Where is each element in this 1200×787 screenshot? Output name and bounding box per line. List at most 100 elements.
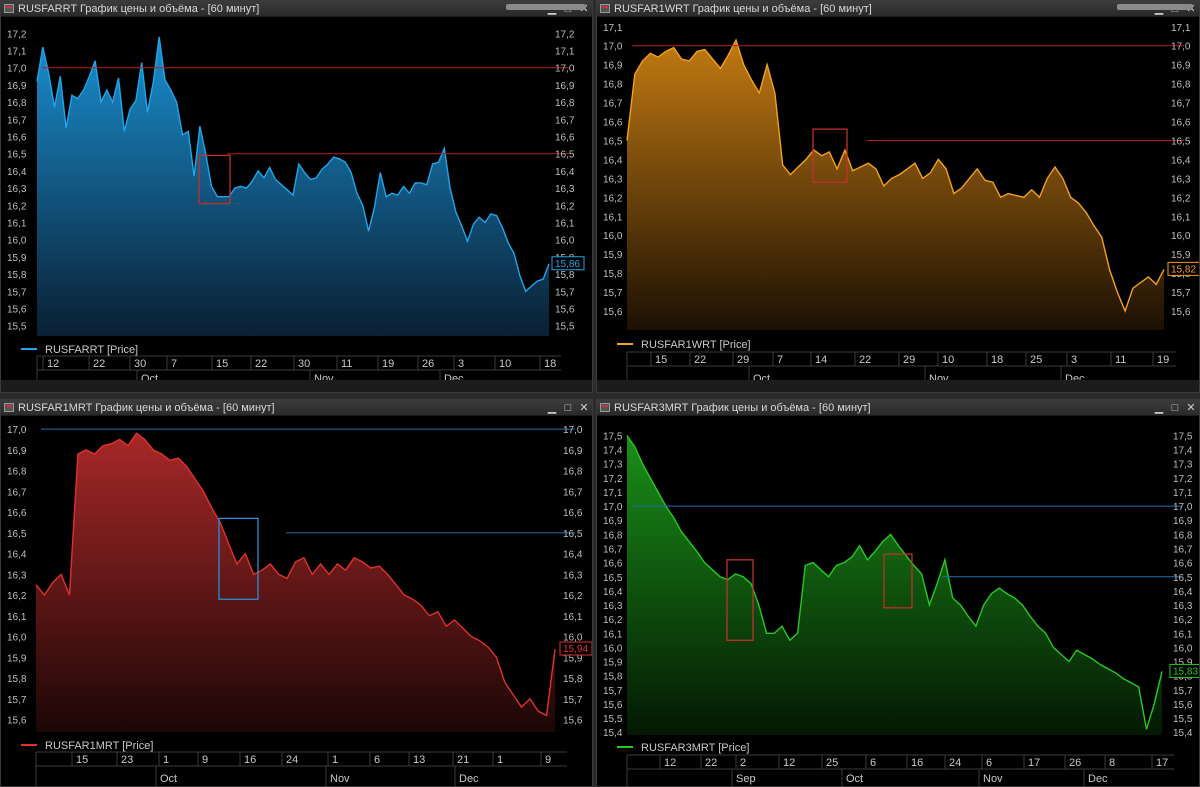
y-tick-label-right: 15,8 — [555, 270, 575, 281]
y-tick-label-left: 16,5 — [603, 136, 623, 147]
scrollbar-thumb[interactable] — [1117, 4, 1193, 10]
y-tick-label-left: 17,2 — [7, 29, 27, 40]
x-tick-label: 10 — [499, 358, 511, 370]
x-tick-label: 22 — [859, 354, 871, 366]
y-tick-label-left: 15,6 — [603, 307, 623, 318]
y-tick-label-left: 16,4 — [7, 550, 27, 561]
y-tick-label-right: 15,6 — [563, 716, 583, 727]
y-tick-label-left: 16,9 — [7, 81, 27, 92]
y-tick-label-left: 16,5 — [7, 150, 27, 161]
y-tick-label-left: 17,2 — [603, 474, 623, 485]
price-chart[interactable]: 17,5 17,5 17,4 17,4 17,3 17,3 17,2 17,2 17,1 17,1… — [597, 400, 1200, 787]
y-tick-label-right: 16,9 — [563, 446, 583, 457]
y-tick-label-left: 16,1 — [7, 612, 27, 623]
y-tick-label-right: 15,9 — [1171, 250, 1191, 261]
x-tick-label: 6 — [870, 757, 876, 769]
y-tick-label-right: 15,7 — [563, 695, 583, 706]
x-tick-label: 12 — [664, 757, 676, 769]
y-tick-label-right: 16,9 — [1173, 516, 1193, 527]
chart-window-rusfar1mrt[interactable]: RUSFAR1MRT График цены и объёма - [60 ми… — [0, 399, 593, 787]
y-tick-label-right: 17,0 — [1171, 42, 1191, 53]
y-tick-label-right: 16,5 — [1171, 136, 1191, 147]
x-tick-label: 13 — [413, 754, 425, 766]
price-area — [627, 40, 1164, 330]
month-label: Dec — [459, 773, 479, 785]
x-tick-label: 1 — [332, 754, 338, 766]
x-tick-label: 16 — [244, 754, 256, 766]
y-tick-label-left: 16,4 — [7, 167, 27, 178]
legend-label: RUSFAR3MRT [Price] — [641, 742, 749, 754]
x-tick-label: 22 — [93, 358, 105, 370]
chart-window-rusfar3mrt[interactable]: RUSFAR3MRT График цены и объёма - [60 ми… — [596, 399, 1200, 787]
y-tick-label-right: 16,1 — [563, 612, 583, 623]
y-tick-label-left: 17,1 — [7, 47, 27, 58]
y-tick-label-right: 16,8 — [563, 467, 583, 478]
y-tick-label-left: 15,8 — [7, 674, 27, 685]
chart-window-rusfar1wrt[interactable]: RUSFAR1WRT График цены и объёма - [60 ми… — [596, 0, 1200, 393]
price-chart[interactable]: 17,0 17,0 16,9 16,9 16,8 16,8 16,7 16,7 16,6 16,6… — [1, 400, 593, 787]
y-tick-label-left: 16,0 — [603, 643, 623, 654]
y-tick-label-left: 17,1 — [603, 23, 623, 34]
y-tick-label-left: 17,4 — [603, 446, 623, 457]
y-tick-label-right: 16,9 — [1171, 61, 1191, 72]
y-tick-label-right: 16,2 — [1173, 615, 1193, 626]
y-tick-label-right: 16,8 — [555, 98, 575, 109]
y-tick-label-left: 16,6 — [603, 118, 623, 129]
month-label: Oct — [846, 773, 863, 785]
x-tick-label: 17 — [1156, 757, 1168, 769]
y-tick-label-left: 15,4 — [603, 728, 623, 739]
x-tick-label: 15 — [655, 354, 667, 366]
y-tick-label-right: 16,6 — [1173, 559, 1193, 570]
y-tick-label-right: 16,2 — [563, 591, 583, 602]
x-tick-label: 16 — [911, 757, 923, 769]
x-tick-label: 21 — [457, 754, 469, 766]
y-tick-label-right: 17,2 — [1173, 474, 1193, 485]
horizontal-scrollbar[interactable] — [1, 380, 592, 392]
y-tick-label-left: 17,0 — [603, 502, 623, 513]
y-tick-label-left: 17,1 — [603, 488, 623, 499]
x-tick-label: 25 — [826, 757, 838, 769]
month-label: Dec — [1088, 773, 1108, 785]
y-tick-label-left: 16,6 — [7, 133, 27, 144]
y-tick-label-left: 15,7 — [7, 287, 27, 298]
y-tick-label-left: 16,4 — [603, 587, 623, 598]
y-tick-label-left: 15,5 — [603, 714, 623, 725]
month-label: Nov — [330, 773, 350, 785]
y-tick-label-right: 15,7 — [1171, 288, 1191, 299]
legend-label: RUSFAR1WRT [Price] — [641, 339, 751, 351]
y-tick-label-right: 16,7 — [1171, 99, 1191, 110]
chart-window-rusfarrt[interactable]: RUSFARRT График цены и объёма - [60 мину… — [0, 0, 593, 393]
y-tick-label-left: 15,7 — [7, 695, 27, 706]
y-tick-label-right: 16,4 — [1173, 587, 1193, 598]
y-tick-label-right: 16,3 — [1173, 601, 1193, 612]
price-area — [627, 435, 1162, 735]
y-tick-label-left: 15,8 — [7, 270, 27, 281]
last-price-value: 15,94 — [563, 644, 588, 655]
y-tick-label-left: 16,6 — [7, 508, 27, 519]
x-tick-label: 3 — [458, 358, 464, 370]
x-tick-label: 9 — [202, 754, 208, 766]
x-tick-label: 18 — [991, 354, 1003, 366]
y-tick-label-right: 17,0 — [555, 64, 575, 75]
x-tick-label: 30 — [298, 358, 310, 370]
y-tick-label-right: 16,7 — [1173, 545, 1193, 556]
price-chart[interactable]: 17,2 17,2 17,1 17,1 17,0 17,0 16,9 16,9 16,8 16,8… — [1, 1, 593, 393]
price-chart[interactable]: 17,1 17,1 17,0 17,0 16,9 16,9 16,8 16,8 16,7 16,7… — [597, 1, 1200, 393]
scrollbar-thumb[interactable] — [506, 4, 586, 10]
horizontal-scrollbar[interactable] — [597, 380, 1199, 392]
y-tick-label-left: 16,2 — [7, 201, 27, 212]
y-tick-label-right: 16,0 — [1173, 643, 1193, 654]
x-tick-label: 8 — [1109, 757, 1115, 769]
y-tick-label-left: 15,6 — [7, 304, 27, 315]
x-tick-label: 17 — [1028, 757, 1040, 769]
y-tick-label-left: 16,4 — [603, 155, 623, 166]
y-tick-label-left: 16,0 — [603, 231, 623, 242]
y-tick-label-left: 15,9 — [7, 253, 27, 264]
x-tick-label: 2 — [740, 757, 746, 769]
y-tick-label-left: 15,9 — [603, 658, 623, 669]
x-tick-label: 6 — [986, 757, 992, 769]
month-label: Nov — [983, 773, 1003, 785]
y-tick-label-left: 16,8 — [7, 467, 27, 478]
y-tick-label-right: 17,3 — [1173, 460, 1193, 471]
x-tick-label: 15 — [76, 754, 88, 766]
